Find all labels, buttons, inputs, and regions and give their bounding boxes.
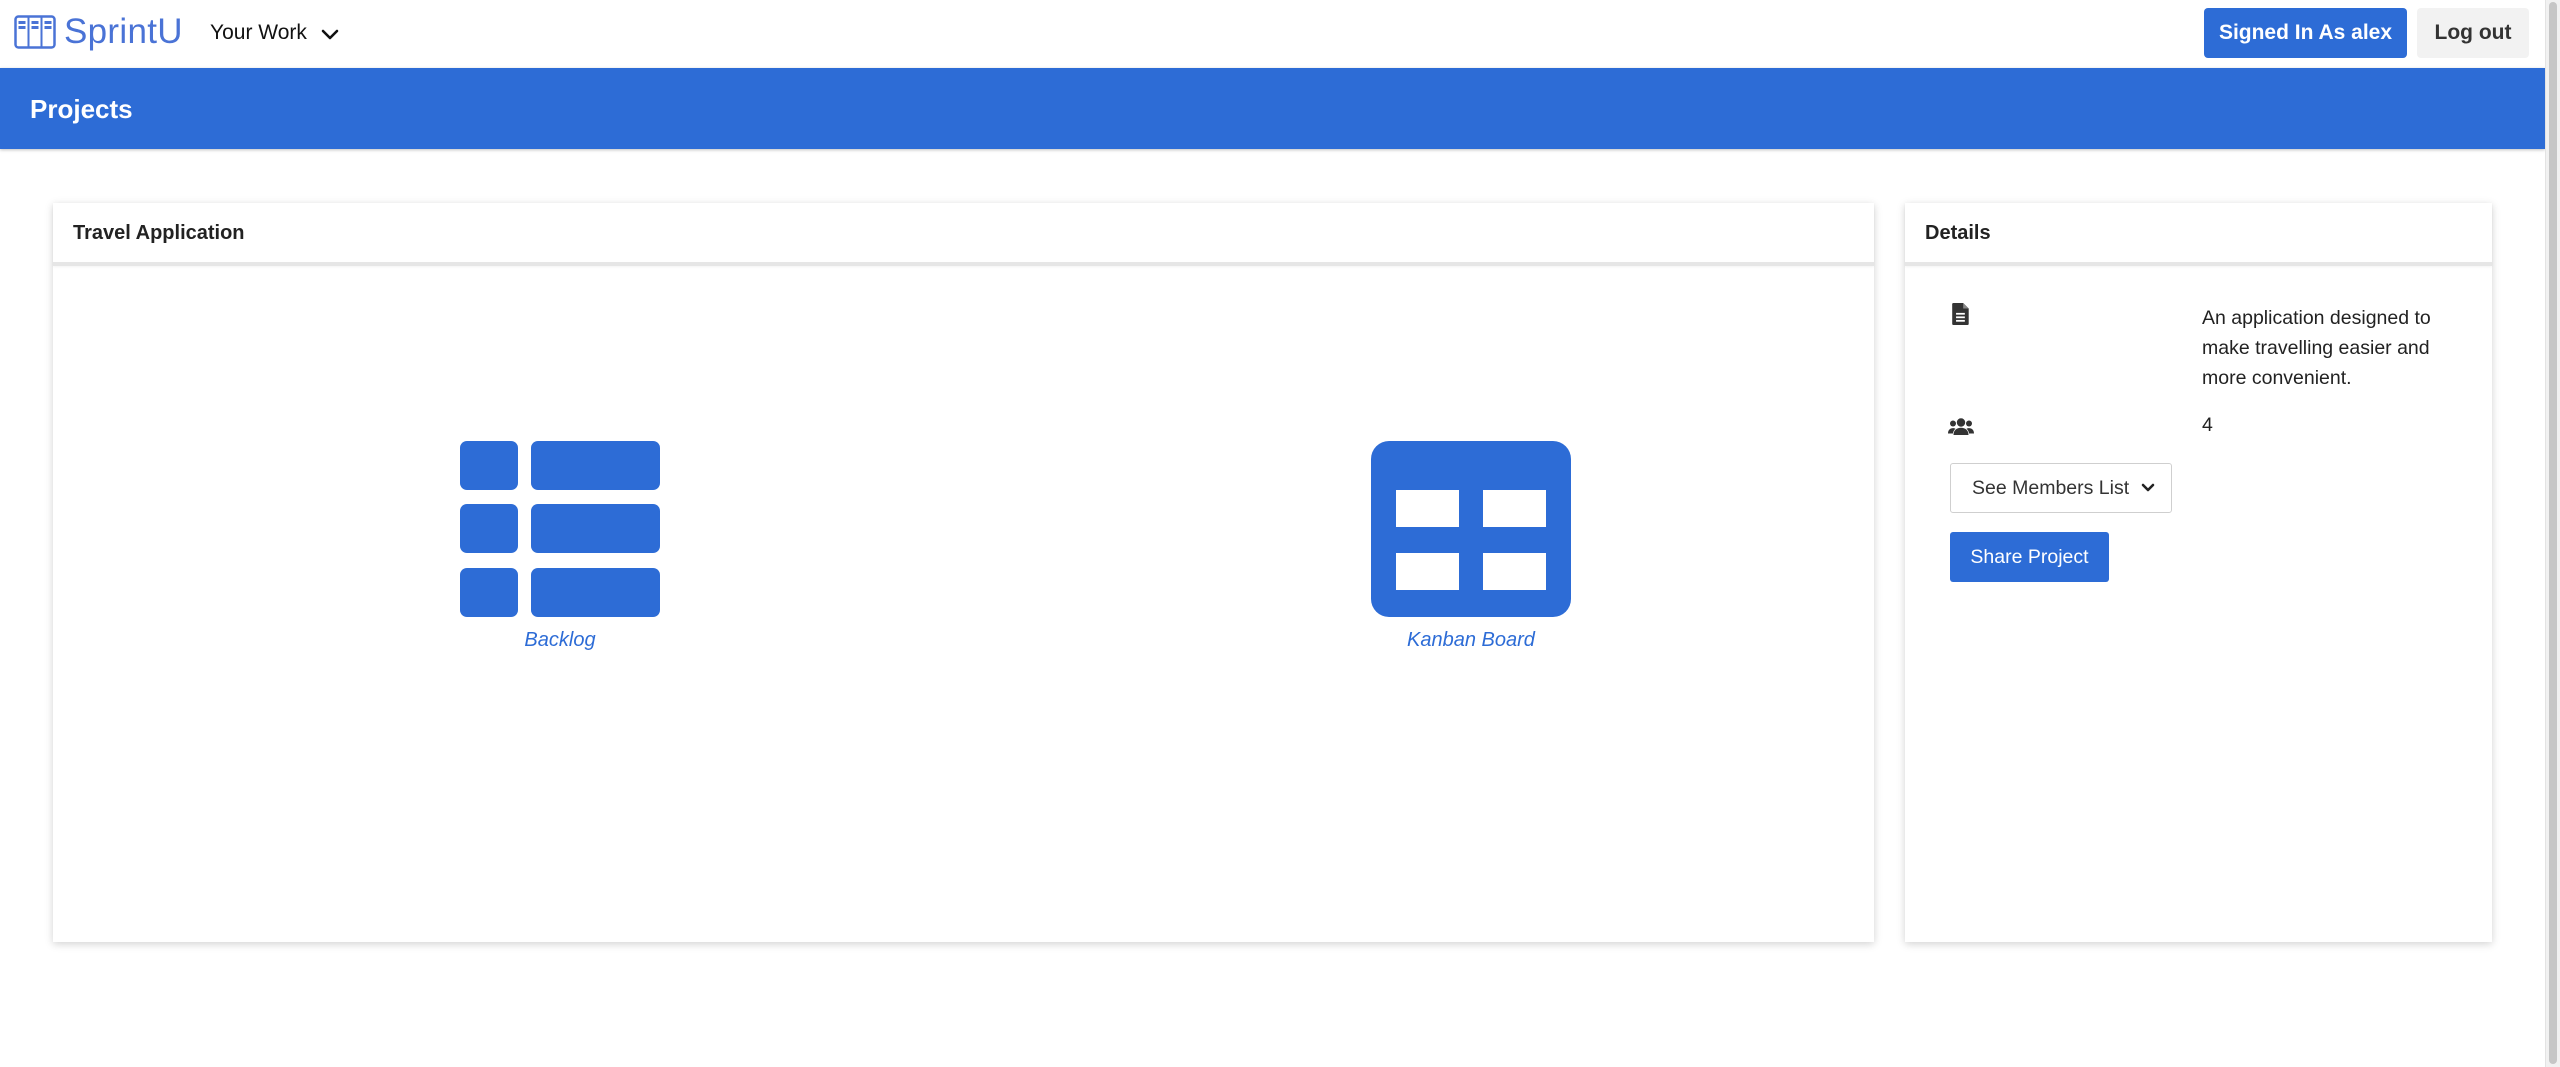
brand-name: SprintU: [64, 12, 183, 51]
document-icon: [1952, 303, 1969, 325]
members-list-label: See Members List: [1972, 476, 2130, 499]
logout-button[interactable]: Log out: [2417, 8, 2529, 58]
backlog-link[interactable]: Backlog: [440, 441, 680, 652]
chevron-down-icon: [321, 29, 339, 40]
backlog-label: Backlog: [524, 629, 596, 651]
project-description: An application designed to make travelli…: [2202, 307, 2431, 389]
kanban-board-label: Kanban Board: [1407, 629, 1535, 651]
backlog-list-icon: [460, 441, 660, 617]
kanban-board-link[interactable]: Kanban Board: [1351, 441, 1591, 652]
details-card-header: Details: [1905, 203, 2492, 266]
project-name: Travel Application: [73, 222, 245, 244]
users-icon: [1948, 418, 1974, 435]
project-card-header: Travel Application: [53, 203, 1874, 266]
scrollbar-thumb[interactable]: [2549, 2, 2557, 1064]
brand-link[interactable]: SprintU: [14, 12, 183, 51]
members-list-dropdown[interactable]: See Members List: [1950, 463, 2172, 513]
top-navbar: SprintU Your Work Signed In As alex Log …: [0, 0, 2545, 68]
page-title: Projects: [30, 94, 133, 124]
kanban-board-logo-icon: [14, 15, 56, 49]
kanban-board-icon: [1371, 441, 1571, 617]
member-count: 4: [2202, 414, 2213, 436]
details-title: Details: [1925, 222, 1991, 244]
page-scrollbar[interactable]: [2545, 0, 2560, 1067]
your-work-label: Your Work: [210, 21, 307, 44]
details-card: Details An application designed to make …: [1905, 203, 2492, 942]
share-project-button[interactable]: Share Project: [1950, 532, 2109, 582]
page-header: Projects: [0, 68, 2545, 149]
your-work-dropdown[interactable]: Your Work: [210, 18, 339, 48]
project-card: Travel Application Backlog Kanban Board: [53, 203, 1874, 942]
chevron-down-icon: [2141, 483, 2155, 492]
signed-in-button[interactable]: Signed In As alex: [2204, 8, 2407, 58]
